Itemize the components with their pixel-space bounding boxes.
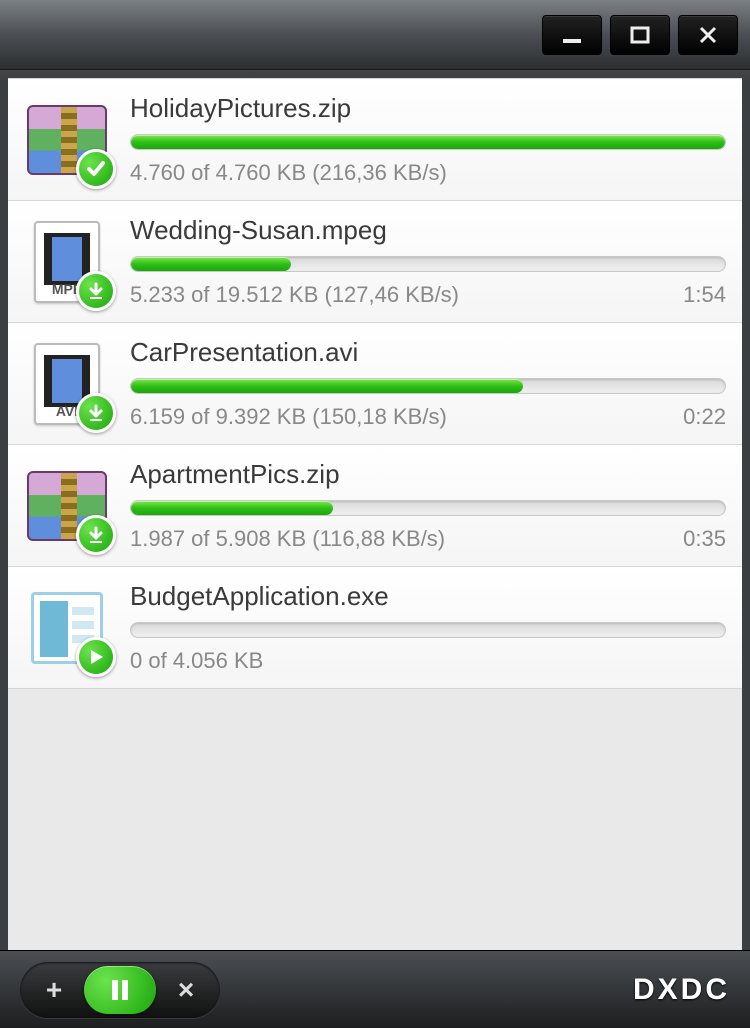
download-eta: 0:22 xyxy=(683,404,726,430)
titlebar xyxy=(0,0,750,70)
download-filename: ApartmentPics.zip xyxy=(130,459,726,490)
minimize-icon xyxy=(561,24,583,46)
progress-fill xyxy=(131,257,291,271)
close-icon xyxy=(698,25,718,45)
brand-logo: DXDC xyxy=(633,973,730,1007)
plus-icon: + xyxy=(46,974,62,1006)
file-icon: MPE xyxy=(22,217,112,307)
download-info: CarPresentation.avi 6.159 of 9.392 KB (15… xyxy=(130,337,726,430)
progress-fill xyxy=(131,501,333,515)
pause-icon xyxy=(110,978,130,1002)
download-status-text: 5.233 of 19.512 KB (127,46 KB/s) xyxy=(130,282,459,308)
progress-fill xyxy=(131,135,725,149)
download-item[interactable]: AVI CarPresentation.avi 6.159 of 9.392 KB … xyxy=(8,323,742,445)
download-filename: BudgetApplication.exe xyxy=(130,581,726,612)
file-icon xyxy=(22,583,112,673)
file-icon xyxy=(22,95,112,185)
file-icon: AVI xyxy=(22,339,112,429)
minimize-button[interactable] xyxy=(542,15,602,55)
status-row: 4.760 of 4.760 KB (216,36 KB/s) xyxy=(130,160,726,186)
download-status-text: 1.987 of 5.908 KB (116,88 KB/s) xyxy=(130,526,445,552)
bottom-toolbar: + × DXDC xyxy=(0,950,750,1028)
download-filename: HolidayPictures.zip xyxy=(130,93,726,124)
progress-bar xyxy=(130,256,726,272)
download-filename: CarPresentation.avi xyxy=(130,337,726,368)
download-status-text: 0 of 4.056 KB xyxy=(130,648,263,674)
maximize-icon xyxy=(629,24,651,46)
download-item[interactable]: HolidayPictures.zip 4.760 of 4.760 KB (21… xyxy=(8,78,742,201)
download-eta: 0:35 xyxy=(683,526,726,552)
status-badge-icon xyxy=(76,393,116,433)
close-button[interactable] xyxy=(678,15,738,55)
progress-bar xyxy=(130,378,726,394)
download-list: HolidayPictures.zip 4.760 of 4.760 KB (21… xyxy=(8,78,742,950)
maximize-button[interactable] xyxy=(610,15,670,55)
add-download-button[interactable]: + xyxy=(34,970,74,1010)
download-item[interactable]: MPE Wedding-Susan.mpeg 5.233 of 19.512 KB … xyxy=(8,201,742,323)
progress-bar xyxy=(130,622,726,638)
progress-bar xyxy=(130,500,726,516)
download-info: HolidayPictures.zip 4.760 of 4.760 KB (21… xyxy=(130,93,726,186)
download-item[interactable]: BudgetApplication.exe 0 of 4.056 KB xyxy=(8,567,742,689)
download-info: ApartmentPics.zip 1.987 of 5.908 KB (116,… xyxy=(130,459,726,552)
progress-bar xyxy=(130,134,726,150)
progress-fill xyxy=(131,379,523,393)
file-icon xyxy=(22,461,112,551)
download-eta: 1:54 xyxy=(683,282,726,308)
status-badge-icon xyxy=(76,515,116,555)
x-icon: × xyxy=(178,974,194,1006)
download-item[interactable]: ApartmentPics.zip 1.987 of 5.908 KB (116,… xyxy=(8,445,742,567)
control-cluster: + × xyxy=(20,962,220,1018)
status-row: 1.987 of 5.908 KB (116,88 KB/s) 0:35 xyxy=(130,526,726,552)
download-info: BudgetApplication.exe 0 of 4.056 KB xyxy=(130,581,726,674)
remove-download-button[interactable]: × xyxy=(166,970,206,1010)
download-status-text: 6.159 of 9.392 KB (150,18 KB/s) xyxy=(130,404,447,430)
pause-all-button[interactable] xyxy=(84,966,156,1014)
status-row: 0 of 4.056 KB xyxy=(130,648,726,674)
status-badge-icon xyxy=(76,637,116,677)
download-filename: Wedding-Susan.mpeg xyxy=(130,215,726,246)
download-status-text: 4.760 of 4.760 KB (216,36 KB/s) xyxy=(130,160,447,186)
status-badge-icon xyxy=(76,271,116,311)
status-badge-icon xyxy=(76,149,116,189)
status-row: 6.159 of 9.392 KB (150,18 KB/s) 0:22 xyxy=(130,404,726,430)
download-info: Wedding-Susan.mpeg 5.233 of 19.512 KB (12… xyxy=(130,215,726,308)
status-row: 5.233 of 19.512 KB (127,46 KB/s) 1:54 xyxy=(130,282,726,308)
